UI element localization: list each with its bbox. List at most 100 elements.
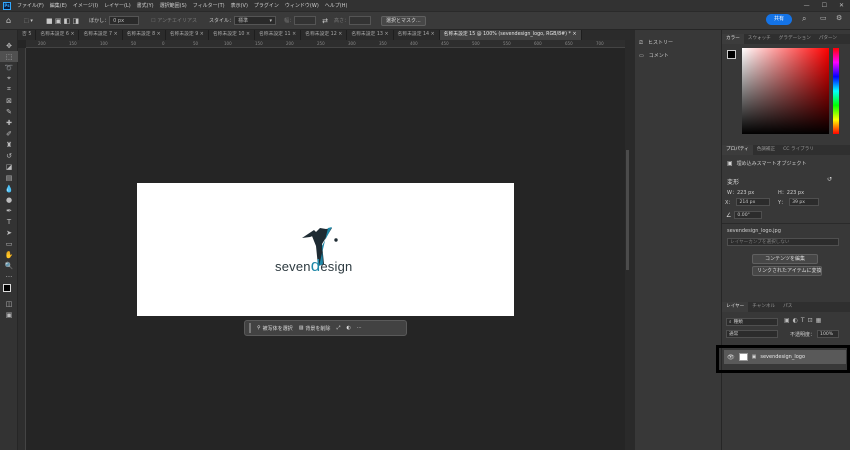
x-input[interactable]: 214 px <box>736 198 771 206</box>
tab-doc-14[interactable]: 名称未設定 14 × <box>394 30 440 40</box>
swap-icon[interactable]: ⇄ <box>322 17 328 25</box>
crop-tool-icon[interactable]: ⌗ <box>0 84 18 95</box>
clone-stamp-tool-icon[interactable]: ♜ <box>0 139 18 150</box>
drag-handle[interactable] <box>249 323 251 333</box>
antialias-checkbox[interactable]: ☐ アンチエイリアス <box>151 17 197 25</box>
reset-icon[interactable]: ↺ <box>827 176 832 183</box>
pen-tool-icon[interactable]: ✒ <box>0 205 18 216</box>
healing-brush-tool-icon[interactable]: ✚ <box>0 117 18 128</box>
tab-doc-6[interactable]: 名称未設定 6 × <box>36 30 80 40</box>
tab-doc-15-active[interactable]: 名称未設定 15 @ 100% (sevendesign_logo, RGB/8… <box>439 30 582 40</box>
tab-doc-11[interactable]: 名称未設定 11 × <box>255 30 302 40</box>
tab-properties[interactable]: プロパティ <box>722 145 753 155</box>
menu-window[interactable]: ウィンドウ(W) <box>282 2 322 9</box>
zoom-tool-icon[interactable]: 🔍 <box>0 260 18 271</box>
select-subject-button[interactable]: ⚲ 被写体を選択 <box>257 325 293 332</box>
move-tool-icon[interactable]: ✥ <box>0 40 18 51</box>
quick-mask-icon[interactable]: ◫ <box>0 298 18 309</box>
tab-channels[interactable]: チャンネル <box>748 302 779 312</box>
edit-contents-button[interactable]: コンテンツを編集 <box>752 254 818 264</box>
hue-slider[interactable] <box>833 48 839 134</box>
scrollbar-thumb[interactable] <box>626 150 629 270</box>
eyedropper-tool-icon[interactable]: ✎ <box>0 106 18 117</box>
workspace-icon[interactable]: ▭ <box>820 14 827 22</box>
menu-image[interactable]: イメージ(I) <box>70 2 101 9</box>
dodge-tool-icon[interactable]: ● <box>0 194 18 205</box>
type-tool-icon[interactable]: T <box>0 216 18 227</box>
tab-doc-12[interactable]: 名称未設定 12 × <box>301 30 348 40</box>
brush-tool-icon[interactable]: ✐ <box>0 128 18 139</box>
layer-filter-select[interactable]: ⌕ 種類 <box>726 318 778 326</box>
remove-background-button[interactable]: ▨ 背景を削除 <box>299 325 331 332</box>
selection-mode-icons[interactable]: ■ ▣ ◧ ◨ <box>46 17 79 25</box>
tab-doc-5[interactable]: 否 5 <box>18 30 37 40</box>
width-input[interactable] <box>294 16 317 25</box>
share-button[interactable]: 共有 <box>766 14 792 25</box>
marquee-tool-icon[interactable]: ⬚ <box>0 51 18 62</box>
marquee-preset-icon[interactable]: ⬚ ▾ <box>24 18 40 24</box>
style-select[interactable]: 標準 ▾ <box>234 16 277 25</box>
y-input[interactable]: 39 px <box>789 198 820 206</box>
screen-mode-icon[interactable]: ▣ <box>0 309 18 320</box>
menu-layer[interactable]: レイヤー(L) <box>101 2 134 9</box>
object-selection-tool-icon[interactable]: ⌖ <box>0 73 18 84</box>
foreground-color-swatch[interactable] <box>3 284 11 292</box>
convert-to-linked-button[interactable]: リンクされたアイテムに変換... <box>752 266 822 276</box>
menu-view[interactable]: 表示(V) <box>228 2 251 9</box>
tab-patterns[interactable]: パターン <box>815 34 841 44</box>
blend-mode-select[interactable]: 通常 <box>726 330 778 338</box>
comments-panel-button[interactable]: ▭ コメント <box>635 49 721 62</box>
search-icon[interactable]: ⌕ <box>802 14 806 24</box>
color-panel-foreground[interactable] <box>727 50 736 59</box>
document-canvas[interactable]: sevendesign <box>137 183 514 316</box>
tab-doc-10[interactable]: 名称未設定 10 × <box>209 30 255 40</box>
menu-edit[interactable]: 編集(E) <box>47 2 70 9</box>
history-brush-tool-icon[interactable]: ↺ <box>0 150 18 161</box>
home-icon[interactable]: ⌂ <box>6 16 20 25</box>
more-options-button[interactable]: ··· <box>357 325 362 331</box>
tab-doc-13[interactable]: 名称未設定 13 × <box>347 30 394 40</box>
menu-plugins[interactable]: プラグイン <box>251 2 282 9</box>
eraser-tool-icon[interactable]: ◪ <box>0 161 18 172</box>
close-button[interactable]: ✕ <box>839 2 844 9</box>
tab-layers[interactable]: レイヤー <box>722 302 749 312</box>
tab-paths[interactable]: パス <box>779 302 796 312</box>
transform-icon[interactable]: ⤢ <box>336 325 340 331</box>
menu-select[interactable]: 選択範囲(S) <box>157 2 190 9</box>
layer-comp-select[interactable]: レイヤーカンプを選択しない <box>727 238 839 246</box>
adjust-icon[interactable]: ◐ <box>346 325 350 331</box>
rectangle-tool-icon[interactable]: ▭ <box>0 238 18 249</box>
feather-input[interactable]: 0 px <box>109 16 140 25</box>
angle-input[interactable]: 0.00° <box>734 211 763 219</box>
menu-file[interactable]: ファイル(F) <box>14 2 47 9</box>
tab-gradients[interactable]: グラデーション <box>775 34 815 44</box>
tab-doc-7[interactable]: 名称未設定 7 × <box>79 30 123 40</box>
select-and-mask-button[interactable]: 選択とマスク... <box>380 15 426 26</box>
gradient-tool-icon[interactable]: ▤ <box>0 172 18 183</box>
tab-cc-libraries[interactable]: CC ライブラリ <box>779 145 818 155</box>
opacity-input[interactable]: 100% <box>817 330 840 338</box>
maximize-button[interactable]: ☐ <box>822 2 827 9</box>
settings-icon[interactable]: ⚙ <box>836 14 842 22</box>
more-tools-icon[interactable]: ··· <box>0 271 18 282</box>
lasso-tool-icon[interactable]: ➰ <box>0 62 18 73</box>
tab-doc-8[interactable]: 名称未設定 8 × <box>123 30 166 40</box>
h-value[interactable]: 223 px <box>787 190 804 196</box>
tab-adjustments[interactable]: 色調補正 <box>753 145 779 155</box>
layer-filter-icons[interactable]: ▣◐T⊡▦ <box>784 317 824 324</box>
w-value[interactable]: 223 px <box>737 190 754 196</box>
minimize-button[interactable]: — <box>804 2 810 9</box>
color-swatches[interactable] <box>0 282 17 298</box>
path-selection-tool-icon[interactable]: ➤ <box>0 227 18 238</box>
history-panel-button[interactable]: ⎚ ヒストリー <box>635 36 721 49</box>
hand-tool-icon[interactable]: ✋ <box>0 249 18 260</box>
menu-help[interactable]: ヘルプ(H) <box>322 2 351 9</box>
height-input[interactable] <box>348 16 371 25</box>
tab-doc-9[interactable]: 名称未設定 9 × <box>166 30 209 40</box>
color-picker-field[interactable] <box>742 48 829 134</box>
tab-color[interactable]: カラー <box>722 34 744 44</box>
frame-tool-icon[interactable]: ⊠ <box>0 95 18 106</box>
blur-tool-icon[interactable]: 💧 <box>0 183 18 194</box>
tab-swatches[interactable]: スウォッチ <box>744 34 775 44</box>
menu-type[interactable]: 書式(Y) <box>134 2 157 9</box>
